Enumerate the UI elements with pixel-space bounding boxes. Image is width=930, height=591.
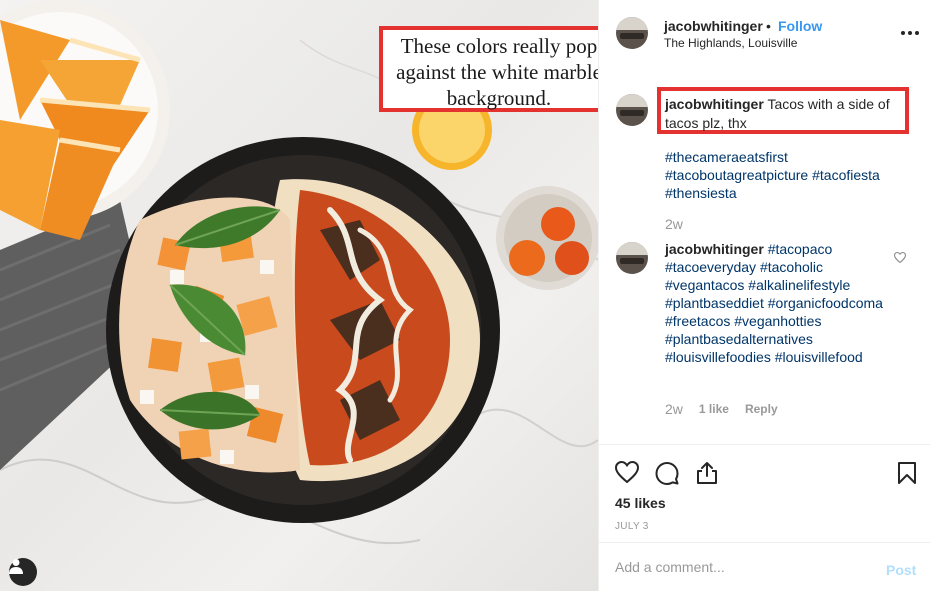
share-button[interactable] — [696, 461, 718, 488]
avatar[interactable] — [616, 17, 648, 49]
comment-hashtags[interactable]: #tacopaco #tacoeveryday #tacoholic #vega… — [665, 241, 883, 365]
more-options-button[interactable] — [899, 24, 921, 42]
comment-avatar[interactable] — [616, 242, 648, 274]
bookmark-icon — [898, 462, 916, 484]
annotation-callout: These colors really pop against the whit… — [379, 26, 598, 112]
likes-count[interactable]: 45 likes — [615, 495, 666, 511]
caption-hashtags[interactable]: #thecameraeatsfirst #tacoboutagreatpictu… — [665, 148, 915, 202]
heart-outline-icon — [893, 251, 907, 264]
caption-age[interactable]: 2w — [665, 216, 683, 232]
comments-list[interactable]: jacobwhitinger Tacos with a side of taco… — [599, 66, 930, 444]
location-link[interactable]: The Highlands, Louisville — [664, 36, 797, 50]
comment-input[interactable] — [615, 559, 865, 575]
comment-button[interactable] — [655, 461, 679, 488]
like-button[interactable] — [614, 460, 640, 486]
reply-button[interactable]: Reply — [745, 402, 778, 416]
comment-bubble-icon — [655, 462, 679, 485]
post-comment-button[interactable]: Post — [886, 562, 916, 578]
post-date[interactable]: JULY 3 — [615, 521, 649, 532]
post-photo[interactable]: These colors really pop against the whit… — [0, 0, 598, 591]
tagged-users-button[interactable] — [9, 558, 37, 586]
add-comment-section: Post — [599, 542, 930, 591]
comment-meta: 2w 1 like Reply — [665, 401, 778, 417]
comment-username[interactable]: jacobwhitinger — [665, 241, 764, 257]
ellipsis-icon — [901, 31, 905, 35]
post-side-panel: jacobwhitinger • Follow The Highlands, L… — [598, 0, 930, 591]
like-comment-button[interactable] — [893, 250, 907, 266]
header-separator: • — [766, 18, 771, 34]
post-header: jacobwhitinger • Follow The Highlands, L… — [599, 0, 930, 66]
post-actions: 45 likes JULY 3 — [599, 444, 930, 542]
person-icon — [9, 559, 23, 574]
comment-item: jacobwhitinger #tacopaco #tacoeveryday #… — [665, 240, 895, 366]
caption-highlight: jacobwhitinger Tacos with a side of taco… — [657, 87, 909, 134]
share-icon — [697, 462, 717, 484]
follow-button[interactable]: Follow — [778, 18, 822, 34]
comment-age[interactable]: 2w — [665, 401, 683, 417]
comment-likes[interactable]: 1 like — [699, 402, 729, 416]
save-button[interactable] — [897, 461, 917, 488]
header-username[interactable]: jacobwhitinger — [664, 18, 763, 34]
caption-username[interactable]: jacobwhitinger — [665, 96, 764, 112]
heart-icon — [614, 460, 640, 484]
caption-avatar[interactable] — [616, 94, 648, 126]
